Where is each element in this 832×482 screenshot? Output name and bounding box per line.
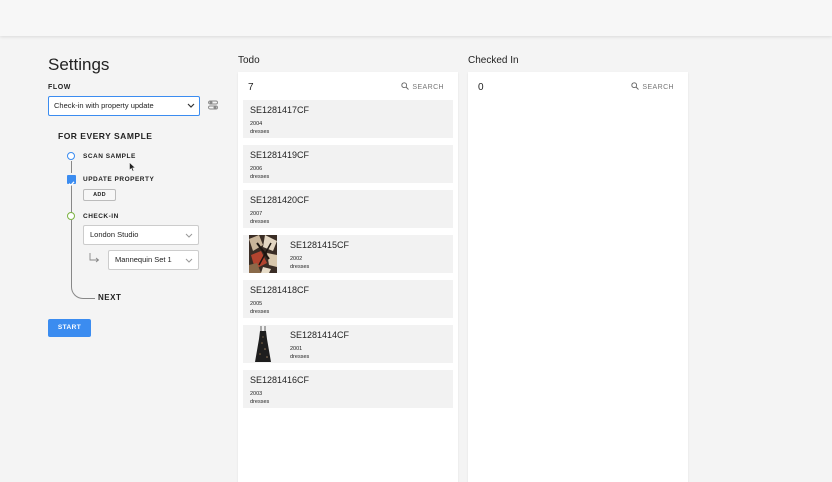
sample-id: SE1281419CF (250, 150, 310, 160)
add-property-button[interactable]: ADD (83, 189, 116, 201)
checked-in-search-button[interactable]: SEARCH (631, 82, 674, 91)
update-property-label: UPDATE PROPERTY (83, 176, 155, 183)
scan-sample-label: SCAN SAMPLE (83, 153, 136, 160)
sample-id: SE1281417CF (250, 105, 310, 115)
sample-type: dresses (250, 129, 270, 135)
sample-id: SE1281418CF (250, 285, 310, 295)
sample-id: SE1281420CF (250, 195, 310, 205)
chevron-down-icon (187, 103, 195, 108)
mouse-cursor-icon (129, 162, 136, 172)
todo-column-title: Todo (238, 55, 260, 66)
sample-type: dresses (250, 399, 270, 405)
sample-card[interactable]: SE1281419CF 2006 dresses (243, 145, 453, 183)
sample-year: 2001 (290, 346, 303, 352)
todo-column: 7 SEARCH SE1281417CF 2004 dresses SE1281… (238, 72, 458, 482)
checkin-label: CHECK-IN (83, 213, 119, 220)
update-property-checkbox[interactable] (67, 175, 76, 187)
checked-in-search-label: SEARCH (642, 84, 674, 91)
timeline-curve (71, 273, 95, 299)
top-bar (0, 0, 832, 36)
chevron-down-icon (185, 233, 193, 238)
sublocation-select[interactable]: Mannequin Set 1 (108, 250, 199, 270)
sample-thumbnail-image (249, 235, 277, 273)
checked-in-column: 0 SEARCH (468, 72, 688, 482)
search-icon (631, 82, 640, 90)
settings-title: Settings (48, 55, 110, 74)
sample-year: 2003 (250, 391, 263, 397)
sample-type: dresses (250, 309, 270, 315)
start-button[interactable]: START (48, 319, 91, 337)
location-select-value: London Studio (90, 230, 139, 239)
sliders-icon[interactable] (208, 100, 218, 110)
sample-thumbnail-image (249, 325, 277, 363)
todo-search-label: SEARCH (412, 84, 444, 91)
flow-select[interactable]: Check-in with property update (48, 96, 200, 116)
todo-search-button[interactable]: SEARCH (401, 82, 444, 91)
sample-card[interactable]: SE1281418CF 2005 dresses (243, 280, 453, 318)
checkin-step-dot (67, 212, 75, 220)
sample-card[interactable]: SE1281414CF 2001 dresses (243, 325, 453, 363)
sample-id: SE1281416CF (250, 375, 310, 385)
sample-year: 2006 (250, 166, 263, 172)
todo-count: 7 (248, 82, 254, 93)
scan-step-dot (67, 152, 75, 160)
sample-card[interactable]: SE1281415CF 2002 dresses (243, 235, 453, 273)
sample-year: 2005 (250, 301, 263, 307)
sub-arrow-icon (89, 253, 100, 263)
sample-year: 2004 (250, 121, 263, 127)
flow-label: FLOW (48, 84, 72, 91)
sublocation-select-value: Mannequin Set 1 (115, 255, 172, 264)
sample-type: dresses (290, 354, 310, 360)
timeline-line (71, 161, 72, 173)
sample-year: 2002 (290, 256, 303, 262)
flow-select-value: Check-in with property update (54, 101, 154, 110)
checked-in-column-title: Checked In (468, 55, 519, 66)
chevron-down-icon (185, 258, 193, 263)
checked-in-count: 0 (478, 82, 484, 93)
sample-id: SE1281415CF (290, 240, 350, 250)
settings-panel: Settings FLOW Check-in with property upd… (48, 55, 228, 337)
sample-id: SE1281414CF (290, 330, 350, 340)
check-icon (68, 181, 75, 187)
location-select[interactable]: London Studio (83, 225, 199, 245)
sample-type: dresses (250, 174, 270, 180)
sample-card[interactable]: SE1281416CF 2003 dresses (243, 370, 453, 408)
sample-type: dresses (250, 219, 270, 225)
sample-year: 2007 (250, 211, 263, 217)
sample-type: dresses (290, 264, 310, 270)
timeline-line (71, 220, 72, 275)
next-label: NEXT (98, 293, 122, 302)
search-icon (401, 82, 410, 90)
for-every-sample-heading: FOR EVERY SAMPLE (58, 131, 153, 141)
sample-card[interactable]: SE1281417CF 2004 dresses (243, 100, 453, 138)
sample-card[interactable]: SE1281420CF 2007 dresses (243, 190, 453, 228)
